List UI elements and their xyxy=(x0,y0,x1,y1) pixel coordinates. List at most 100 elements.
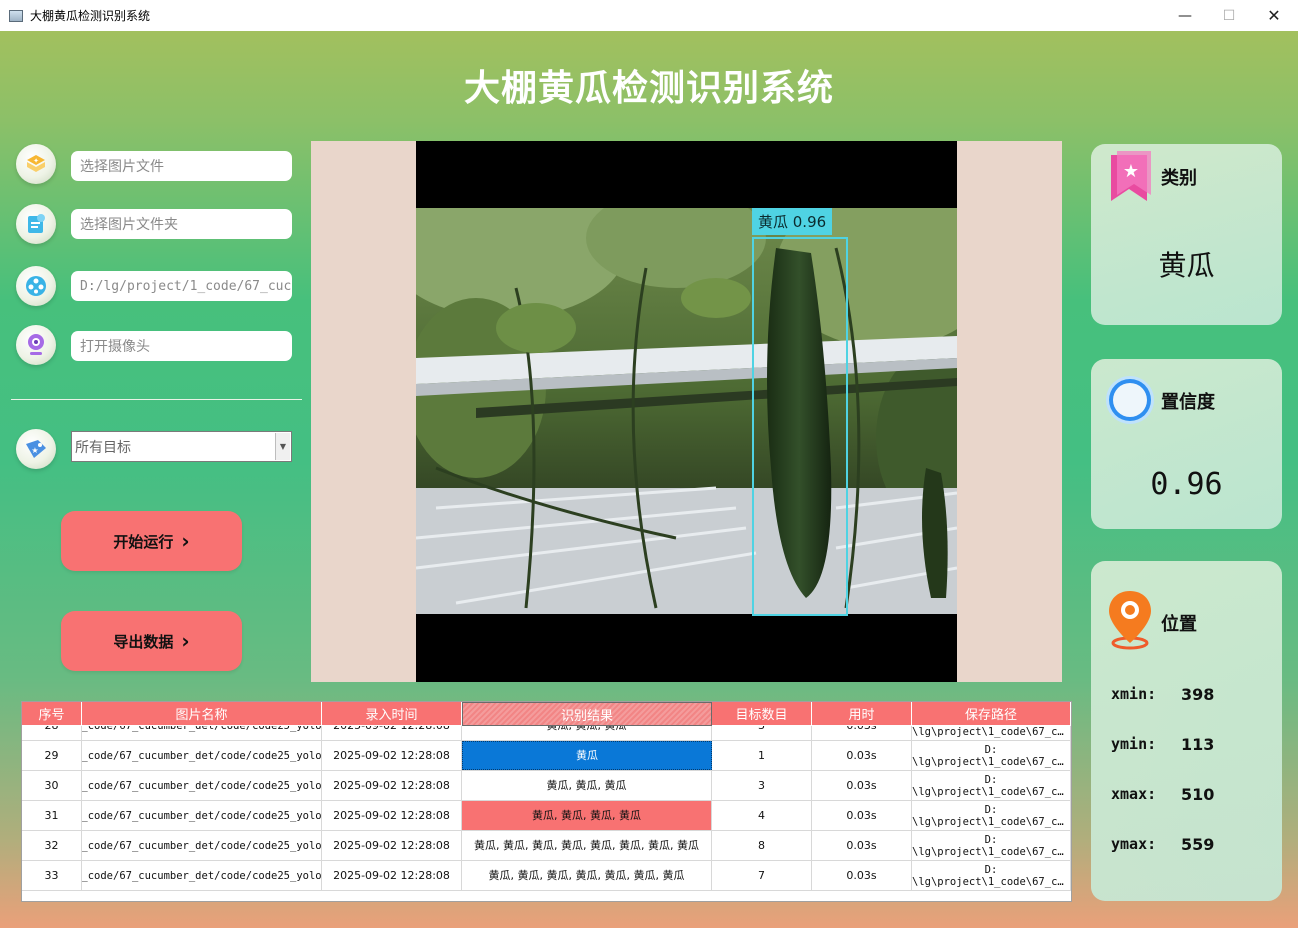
cell-index: 32 xyxy=(22,831,82,860)
confidence-value: 0.96 xyxy=(1150,467,1223,502)
cell-image-name: D:/lg/project/1_code/67_cucumber_det/cod… xyxy=(82,801,322,830)
target-select-value: 所有目标 xyxy=(75,439,131,456)
cell-time: 2025-09-02 12:28:08 xyxy=(322,831,462,860)
header-result[interactable]: 识别结果 xyxy=(462,702,712,726)
detection-label: 黄瓜 0.96 xyxy=(752,208,833,235)
ymin-row: ymin: 113 xyxy=(1111,735,1214,754)
video-file-icon[interactable] xyxy=(16,266,56,306)
left-divider xyxy=(11,399,302,400)
cell-save-path: D:\lg\project\1_code\67_cucumber_det xyxy=(912,741,1071,770)
results-table[interactable]: 序号 图片名称 录入时间 识别结果 目标数目 用时 保存路径 28 D:/lg/… xyxy=(21,701,1072,902)
chevron-down-icon[interactable]: ▼ xyxy=(275,433,290,460)
ymin-label: ymin: xyxy=(1111,735,1157,753)
table-row[interactable]: 31 D:/lg/project/1_code/67_cucumber_det/… xyxy=(22,801,1071,831)
minimize-button[interactable]: — xyxy=(1162,0,1208,31)
maximize-button[interactable]: ☐ xyxy=(1206,0,1252,31)
cell-save-path-drive: D: xyxy=(984,863,998,876)
cell-index: 31 xyxy=(22,801,82,830)
cell-index: 30 xyxy=(22,771,82,800)
header-count[interactable]: 目标数目 xyxy=(712,702,812,726)
cell-duration: 0.03s xyxy=(812,741,912,770)
table-row[interactable]: 30 D:/lg/project/1_code/67_cucumber_det/… xyxy=(22,771,1071,801)
window-title: 大棚黄瓜检测识别系统 xyxy=(30,9,151,23)
cell-count: 3 xyxy=(712,726,812,740)
close-button[interactable]: ✕ xyxy=(1251,0,1297,31)
header-duration[interactable]: 用时 xyxy=(812,702,912,726)
class-title: 类别 xyxy=(1161,168,1197,189)
cell-image-name: D:/lg/project/1_code/67_cucumber_det/cod… xyxy=(82,831,322,860)
cell-image-name: D:/lg/project/1_code/67_cucumber_det/cod… xyxy=(82,771,322,800)
image-file-input[interactable]: 选择图片文件 xyxy=(71,151,292,181)
chevron-right-icon: › xyxy=(181,629,190,653)
ymax-row: ymax: 559 xyxy=(1111,835,1214,854)
cell-count: 4 xyxy=(712,801,812,830)
image-viewer: 黄瓜 0.96 xyxy=(311,141,1062,682)
cell-duration: 0.03s xyxy=(812,726,912,740)
cell-time: 2025-09-02 12:28:08 xyxy=(322,771,462,800)
cell-count: 8 xyxy=(712,831,812,860)
table-row[interactable]: 32 D:/lg/project/1_code/67_cucumber_det/… xyxy=(22,831,1071,861)
xmax-row: xmax: 510 xyxy=(1111,785,1214,804)
table-row[interactable]: 33 D:/lg/project/1_code/67_cucumber_det/… xyxy=(22,861,1071,891)
cell-save-path: D:\lg\project\1_code\67_cucumber_det xyxy=(912,771,1071,800)
cell-duration: 0.03s xyxy=(812,801,912,830)
cell-save-path: D:\lg\project\1_code\67_cucumber_det xyxy=(912,801,1071,830)
cell-duration: 0.03s xyxy=(812,861,912,890)
cell-save-path-rest: \lg\project\1_code\67_cucumber_det xyxy=(912,815,1070,828)
cell-save-path-rest: \lg\project\1_code\67_cucumber_det xyxy=(912,785,1070,798)
cell-count: 3 xyxy=(712,771,812,800)
cell-time: 2025-09-02 12:28:08 xyxy=(322,741,462,770)
header-image-name[interactable]: 图片名称 xyxy=(82,702,322,726)
location-title: 位置 xyxy=(1161,614,1197,635)
confidence-title: 置信度 xyxy=(1161,392,1215,413)
export-button[interactable]: 导出数据 › xyxy=(61,611,242,671)
detection-box xyxy=(752,237,848,616)
camera-icon[interactable] xyxy=(16,325,56,365)
camera-input[interactable]: 打开摄像头 xyxy=(71,331,292,361)
location-pin-icon xyxy=(1109,591,1151,650)
image-folder-input[interactable]: 选择图片文件夹 xyxy=(71,209,292,239)
ymin-value: 113 xyxy=(1181,735,1215,754)
cell-result-highlighted: 黄瓜, 黄瓜, 黄瓜, 黄瓜 xyxy=(462,801,712,830)
greenhouse-photo xyxy=(416,208,957,614)
table-row[interactable]: 28 D:/lg/project/1_code/67_cucumber_det/… xyxy=(22,726,1071,741)
target-filter-icon: ★ xyxy=(16,429,56,469)
ymax-value: 559 xyxy=(1181,835,1215,854)
cell-save-path-rest: \lg\project\1_code\67_cucumber_det xyxy=(912,875,1070,888)
header-save-path[interactable]: 保存路径 xyxy=(912,702,1071,726)
cell-index: 28 xyxy=(22,726,82,740)
cell-save-path-drive: D: xyxy=(984,833,998,846)
table-row[interactable]: 29 D:/lg/project/1_code/67_cucumber_det/… xyxy=(22,741,1071,771)
cell-image-name: D:/lg/project/1_code/67_cucumber_det/cod… xyxy=(82,861,322,890)
ymax-label: ymax: xyxy=(1111,835,1157,853)
cell-duration: 0.03s xyxy=(812,771,912,800)
image-folder-icon[interactable] xyxy=(16,204,56,244)
maximize-icon: ☐ xyxy=(1222,7,1236,24)
cell-time: 2025-09-02 12:28:08 xyxy=(322,726,462,740)
cell-save-path: D:\lg\project\1_code\67_cucumber_det xyxy=(912,726,1071,740)
target-select[interactable]: 所有目标 ▼ xyxy=(71,431,292,462)
xmin-value: 398 xyxy=(1181,685,1215,704)
cell-result: 黄瓜, 黄瓜, 黄瓜 xyxy=(462,726,712,740)
image-file-icon[interactable]: ✦ xyxy=(16,144,56,184)
image-frame: 黄瓜 0.96 xyxy=(416,141,957,682)
bookmark-star-icon: ★ xyxy=(1111,151,1151,201)
cell-save-path: D:\lg\project\1_code\67_cucumber_det xyxy=(912,831,1071,860)
video-path-input[interactable]: D:/lg/project/1_code/67_cucumber_det/cod… xyxy=(71,271,292,301)
class-value: 黄瓜 xyxy=(1158,249,1215,282)
page-title: 大棚黄瓜检测识别系统 xyxy=(463,68,834,109)
window-titlebar: 大棚黄瓜检测识别系统 — ☐ ✕ xyxy=(0,0,1298,32)
cell-save-path-rest: \lg\project\1_code\67_cucumber_det xyxy=(912,726,1070,738)
header-index[interactable]: 序号 xyxy=(22,702,82,726)
cell-save-path-rest: \lg\project\1_code\67_cucumber_det xyxy=(912,845,1070,858)
svg-text:✦: ✦ xyxy=(33,157,39,165)
app-main: 大棚黄瓜检测识别系统 ✦ 选择图片文件 选择图片文件夹 D:/lg/projec… xyxy=(0,31,1298,928)
run-button[interactable]: 开始运行 › xyxy=(61,511,242,571)
cell-result: 黄瓜, 黄瓜, 黄瓜 xyxy=(462,771,712,800)
cell-save-path-drive: D: xyxy=(984,773,998,786)
class-card: ★ 类别 黄瓜 xyxy=(1091,144,1282,325)
header-entry-time[interactable]: 录入时间 xyxy=(322,702,462,726)
svg-text:★: ★ xyxy=(31,446,38,455)
chevron-right-icon: › xyxy=(181,529,190,553)
cell-time: 2025-09-02 12:28:08 xyxy=(322,861,462,890)
